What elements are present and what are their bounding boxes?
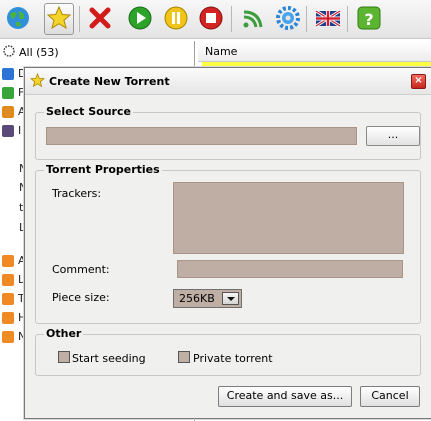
close-button[interactable]: × bbox=[411, 74, 426, 89]
downloading-icon bbox=[2, 68, 14, 80]
rss-feed-icon bbox=[2, 293, 14, 305]
rss-icon[interactable] bbox=[239, 4, 267, 32]
rss-feed-icon bbox=[2, 312, 14, 324]
column-header-label: Name bbox=[205, 45, 238, 58]
other-heading: Other bbox=[44, 327, 84, 340]
globe-icon[interactable] bbox=[4, 4, 32, 32]
chevron-down-icon[interactable] bbox=[222, 292, 239, 305]
rss-feed-icon bbox=[2, 274, 14, 286]
dialog-titlebar[interactable]: Create New Torrent × bbox=[25, 68, 431, 95]
source-path-input[interactable] bbox=[46, 127, 357, 145]
help-icon[interactable]: ? bbox=[355, 4, 383, 32]
toolbar-separator bbox=[306, 6, 307, 32]
private-torrent-label[interactable]: Private torrent bbox=[193, 352, 273, 365]
delete-icon[interactable] bbox=[86, 4, 114, 32]
comment-input[interactable] bbox=[177, 260, 403, 278]
other-group: Other Start seeding Private torrent bbox=[35, 327, 421, 376]
toolbar-separator bbox=[347, 6, 348, 32]
piece-size-select[interactable]: 256KB bbox=[173, 289, 242, 308]
star-icon bbox=[29, 72, 46, 91]
svg-text:?: ? bbox=[364, 10, 373, 29]
cancel-button[interactable]: Cancel bbox=[360, 386, 420, 407]
select-source-heading: Select Source bbox=[44, 105, 133, 118]
category-all[interactable]: All (53) bbox=[3, 45, 59, 60]
toolbar-separator bbox=[231, 6, 232, 32]
stop-icon[interactable] bbox=[197, 4, 225, 32]
column-header-name[interactable]: Name bbox=[198, 41, 431, 62]
main-toolbar: ? bbox=[0, 0, 431, 39]
rss-feed-icon bbox=[2, 331, 14, 343]
toolbar-separator bbox=[79, 6, 80, 32]
label-item[interactable]: t bbox=[19, 201, 23, 214]
piece-size-label: Piece size: bbox=[52, 291, 110, 304]
uk-flag-icon[interactable] bbox=[314, 4, 342, 32]
active-icon bbox=[2, 106, 14, 118]
start-icon[interactable] bbox=[126, 4, 154, 32]
category-label[interactable]: I bbox=[18, 124, 21, 137]
comment-label: Comment: bbox=[52, 263, 110, 276]
pause-icon[interactable] bbox=[162, 4, 190, 32]
create-and-save-button[interactable]: Create and save as... bbox=[218, 386, 352, 407]
all-categories-icon bbox=[3, 45, 15, 60]
category-all-label: All (53) bbox=[19, 46, 59, 59]
rss-feed-icon bbox=[2, 255, 14, 267]
dialog-title: Create New Torrent bbox=[49, 75, 170, 88]
inactive-icon bbox=[2, 125, 14, 137]
torrent-properties-heading: Torrent Properties bbox=[44, 163, 162, 176]
select-source-group: Select Source ... bbox=[35, 105, 421, 160]
piece-size-value: 256KB bbox=[179, 292, 215, 305]
finished-icon bbox=[2, 87, 14, 99]
trackers-textarea[interactable] bbox=[173, 182, 404, 254]
browse-button[interactable]: ... bbox=[366, 126, 420, 146]
settings-icon[interactable] bbox=[274, 4, 302, 32]
close-icon: × bbox=[414, 75, 423, 86]
trackers-label: Trackers: bbox=[52, 187, 102, 200]
private-torrent-checkbox[interactable] bbox=[178, 351, 190, 363]
start-seeding-checkbox[interactable] bbox=[58, 351, 70, 363]
torrent-properties-group: Torrent Properties Trackers: Comment: Pi… bbox=[35, 163, 421, 324]
star-icon[interactable] bbox=[44, 3, 74, 35]
create-torrent-dialog: Create New Torrent × Select Source ... T… bbox=[24, 67, 431, 419]
start-seeding-label[interactable]: Start seeding bbox=[72, 352, 146, 365]
